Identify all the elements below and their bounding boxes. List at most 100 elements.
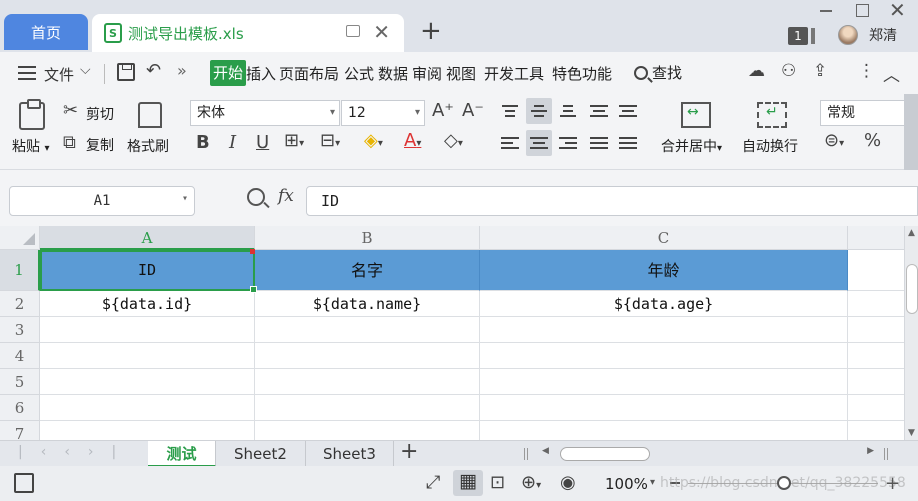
- decrease-indent-icon[interactable]: [586, 98, 612, 124]
- merge-center-button[interactable]: 合并居中▾: [661, 136, 722, 156]
- cell-c3[interactable]: [480, 317, 848, 343]
- align-top-icon[interactable]: [497, 98, 523, 124]
- document-tab[interactable]: S 测试导出模板.xls ✕: [92, 14, 404, 52]
- bold-button[interactable]: B: [196, 132, 210, 153]
- cell-a4[interactable]: [40, 343, 255, 369]
- cell-c4[interactable]: [480, 343, 848, 369]
- distribute-icon[interactable]: [615, 130, 641, 156]
- cell-d3[interactable]: [848, 317, 904, 343]
- zoom-level[interactable]: 100%: [605, 475, 648, 493]
- vertical-scroll-thumb[interactable]: [906, 264, 918, 314]
- decrease-font-icon[interactable]: A⁻: [462, 100, 484, 121]
- align-center-icon[interactable]: [526, 130, 552, 156]
- cell-c1[interactable]: 年龄: [480, 250, 848, 291]
- maximize-window-icon[interactable]: [856, 4, 869, 17]
- undo-icon[interactable]: ↶: [146, 60, 161, 81]
- paste-icon[interactable]: [19, 99, 45, 130]
- new-tab-button[interactable]: +: [420, 16, 442, 46]
- eye-protection-icon[interactable]: ◉: [560, 472, 576, 493]
- menu-tab-review[interactable]: 审阅: [412, 63, 442, 84]
- cell-a6[interactable]: [40, 395, 255, 421]
- wrap-text-icon[interactable]: [757, 102, 787, 128]
- username[interactable]: 郑清: [869, 25, 897, 45]
- notification-badge[interactable]: 1: [788, 27, 808, 45]
- cell-c6[interactable]: [480, 395, 848, 421]
- close-window-icon[interactable]: ✕: [889, 0, 906, 22]
- cell-c5[interactable]: [480, 369, 848, 395]
- font-size-select[interactable]: 12 ▾: [341, 100, 425, 126]
- sheet-tab-sheet2[interactable]: Sheet2: [216, 441, 306, 467]
- format-painter-button[interactable]: 格式刷: [127, 136, 169, 156]
- cell-a2[interactable]: ${data.id}: [40, 291, 255, 317]
- menu-tab-view[interactable]: 视图: [446, 63, 476, 84]
- cell-style-icon[interactable]: ⊟▾: [320, 130, 340, 151]
- scroll-right-icon[interactable]: ▶: [867, 446, 874, 456]
- fill-handle[interactable]: [250, 286, 257, 293]
- cell-b3[interactable]: [255, 317, 480, 343]
- menu-tab-data[interactable]: 数据: [378, 63, 408, 84]
- borders-icon[interactable]: ⊞▾: [284, 130, 304, 151]
- copy-icon[interactable]: ⧉: [63, 132, 76, 153]
- horizontal-scrollbar[interactable]: ◀ ▶: [538, 445, 878, 463]
- cell-b7[interactable]: [255, 421, 480, 440]
- merge-center-icon[interactable]: [681, 102, 711, 128]
- row-header-3[interactable]: 3: [0, 317, 40, 343]
- cut-icon[interactable]: ✂: [63, 100, 78, 121]
- cell-d1[interactable]: [848, 250, 904, 291]
- number-format-select[interactable]: 常规: [820, 100, 904, 126]
- window-pin-icon[interactable]: [346, 25, 360, 37]
- formula-input[interactable]: ID: [306, 186, 918, 216]
- cell-b2[interactable]: ${data.name}: [255, 291, 480, 317]
- font-name-select[interactable]: 宋体 ▾: [190, 100, 340, 126]
- chevron-down-icon[interactable]: ⌵: [80, 62, 91, 78]
- currency-icon[interactable]: ⊜▾: [824, 130, 844, 151]
- avatar[interactable]: [838, 25, 858, 45]
- search-menu[interactable]: 查找: [634, 62, 682, 83]
- cell-b4[interactable]: [255, 343, 480, 369]
- menu-tab-home[interactable]: 开始: [210, 60, 247, 86]
- cell-d6[interactable]: [848, 395, 904, 421]
- menu-tab-page-layout[interactable]: 页面布局: [279, 63, 339, 84]
- name-box[interactable]: A1 ▾: [9, 186, 195, 216]
- fullscreen-icon[interactable]: ⤢: [426, 472, 440, 493]
- minimize-window-icon[interactable]: [820, 10, 832, 12]
- increase-font-icon[interactable]: A⁺: [432, 100, 454, 121]
- zoom-in-icon[interactable]: +: [885, 473, 900, 494]
- horizontal-scroll-thumb[interactable]: [560, 447, 650, 461]
- vertical-scrollbar[interactable]: ▲ ▼: [904, 226, 918, 440]
- row-header-1[interactable]: 1: [0, 250, 40, 291]
- align-left-icon[interactable]: [497, 130, 523, 156]
- add-sheet-button[interactable]: +: [400, 439, 418, 464]
- sheet-tab-test[interactable]: 测试: [148, 441, 216, 467]
- cell-a3[interactable]: [40, 317, 255, 343]
- row-header-2[interactable]: 2: [0, 291, 40, 317]
- menu-file[interactable]: 文件: [44, 64, 74, 85]
- cell-d7[interactable]: [848, 421, 904, 440]
- cell-a1[interactable]: ID: [40, 250, 255, 291]
- menu-tab-developer[interactable]: 开发工具: [484, 63, 544, 84]
- ribbon-scrollbar[interactable]: [904, 94, 918, 170]
- split-handle-icon[interactable]: [884, 448, 888, 460]
- cell-d2[interactable]: [848, 291, 904, 317]
- zoom-slider-knob[interactable]: [777, 476, 791, 490]
- underline-button[interactable]: U: [256, 132, 269, 153]
- cut-button[interactable]: 剪切: [86, 104, 114, 124]
- cell-d4[interactable]: [848, 343, 904, 369]
- page-break-view-icon[interactable]: ⊡: [490, 472, 505, 493]
- scroll-up-icon[interactable]: ▲: [908, 228, 915, 238]
- macro-record-icon[interactable]: [14, 473, 34, 493]
- menu-tab-insert[interactable]: 插入: [246, 63, 276, 84]
- format-painter-icon[interactable]: [138, 102, 162, 128]
- cell-a7[interactable]: [40, 421, 255, 440]
- cell-c2[interactable]: ${data.age}: [480, 291, 848, 317]
- menu-tab-special[interactable]: 特色功能: [552, 63, 612, 84]
- align-right-icon[interactable]: [555, 130, 581, 156]
- scroll-left-icon[interactable]: ◀: [542, 446, 549, 456]
- cell-d5[interactable]: [848, 369, 904, 395]
- menu-tab-formulas[interactable]: 公式: [344, 63, 374, 84]
- page-layout-view-icon[interactable]: ⊕▾: [521, 472, 541, 493]
- zoom-formula-icon[interactable]: [247, 188, 265, 206]
- add-user-icon[interactable]: ⚇: [781, 61, 796, 81]
- font-color-icon[interactable]: A▾: [404, 130, 421, 151]
- hamburger-menu-icon[interactable]: [18, 66, 36, 80]
